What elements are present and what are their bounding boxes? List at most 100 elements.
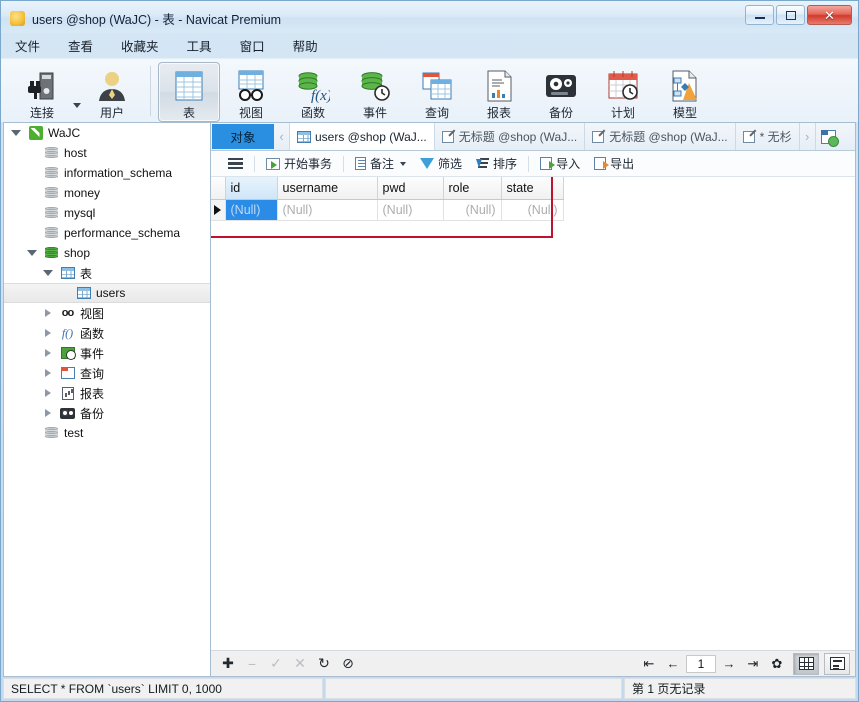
document-tab[interactable]: 无标题 @shop (WaJ... <box>585 123 736 150</box>
tree-item-test[interactable]: test <box>4 423 210 443</box>
expander-closed-icon[interactable] <box>38 363 55 378</box>
grid-cell[interactable]: (Null) <box>225 199 278 221</box>
tree-item-备份[interactable]: 备份 <box>4 403 210 423</box>
tree-item-shop[interactable]: shop <box>4 243 210 263</box>
data-toolbar-sort-button[interactable]: 排序 <box>469 153 524 174</box>
data-toolbar-filter-button[interactable]: 筛选 <box>413 153 469 174</box>
toolbar-button-user[interactable]: 用户 <box>81 62 143 122</box>
tab-scroll-right-icon[interactable]: › <box>800 123 816 150</box>
table-row[interactable]: (Null) (Null) (Null) (Null) (Null) <box>211 199 564 221</box>
tree-item-information_schema[interactable]: information_schema <box>4 163 210 183</box>
tree-item-users[interactable]: users <box>4 283 210 303</box>
expander-open-icon[interactable] <box>41 270 55 276</box>
grid-view-button[interactable] <box>793 652 819 675</box>
tree-item-label: shop <box>64 246 91 260</box>
toolbar-button-function[interactable]: f(x) 函数 <box>282 62 344 122</box>
add-record-icon[interactable]: ✚ <box>216 653 240 675</box>
grid-cell[interactable]: (Null) <box>501 199 564 221</box>
toolbar-button-schedule[interactable]: 计划 <box>592 62 654 122</box>
column-header-id[interactable]: id <box>225 177 278 200</box>
expander-open-icon[interactable] <box>25 250 39 256</box>
column-header-username[interactable]: username <box>277 177 378 200</box>
tree-item-视图[interactable]: oo 视图 <box>4 303 210 323</box>
data-toolbar-label: 筛选 <box>438 157 463 171</box>
expander-closed-icon[interactable] <box>38 343 55 358</box>
column-header-pwd[interactable]: pwd <box>377 177 444 200</box>
backup-icon <box>59 407 76 419</box>
grid-body[interactable]: (Null) (Null) (Null) (Null) (Null) <box>211 199 564 221</box>
toolbar-button-model[interactable]: 模型 <box>654 62 716 122</box>
menu-window[interactable]: 窗口 <box>238 34 267 57</box>
data-toolbar-export-button[interactable]: 导出 <box>587 153 641 174</box>
menu-view[interactable]: 查看 <box>66 34 95 57</box>
sort-icon <box>476 157 490 170</box>
grid-cell[interactable]: (Null) <box>377 199 444 221</box>
window-title: users @shop (WaJC) - 表 - Navicat Premium <box>32 13 282 27</box>
table-icon <box>297 130 311 143</box>
menu-help[interactable]: 帮助 <box>291 34 320 57</box>
grid-cell[interactable]: (Null) <box>443 199 502 221</box>
schedule-icon <box>607 68 639 103</box>
connection-dropdown-icon[interactable] <box>73 102 81 108</box>
toolbar-button-query[interactable]: 查询 <box>406 62 468 122</box>
tree-item-报表[interactable]: 报表 <box>4 383 210 403</box>
menu-tools[interactable]: 工具 <box>185 34 214 57</box>
tree-item-mysql[interactable]: mysql <box>4 203 210 223</box>
expander-closed-icon[interactable] <box>38 403 55 418</box>
toolbar-button-backup[interactable]: 备份 <box>530 62 592 122</box>
expander-closed-icon[interactable] <box>38 303 55 318</box>
chevron-down-icon[interactable] <box>400 161 407 166</box>
grid-menu-button[interactable] <box>221 156 250 171</box>
grid-cell[interactable]: (Null) <box>277 199 378 221</box>
data-grid-area[interactable]: id username pwd role state (Null) (Null) (Null… <box>211 177 855 650</box>
new-tab-button[interactable] <box>816 123 842 150</box>
tree-item-查询[interactable]: 查询 <box>4 363 210 383</box>
toolbar-button-report[interactable]: 报表 <box>468 62 530 122</box>
data-toolbar-begin-transaction-button[interactable]: 开始事务 <box>259 153 339 174</box>
toolbar-button-event[interactable]: 事件 <box>344 62 406 122</box>
delete-record-icon: − <box>247 655 257 672</box>
minimize-button[interactable] <box>745 5 774 25</box>
query-icon <box>59 367 76 379</box>
column-header-state[interactable]: state <box>501 177 564 200</box>
stop-icon[interactable]: ⊘ <box>336 653 360 675</box>
tree-item-表[interactable]: 表 <box>4 263 210 283</box>
tree-item-money[interactable]: money <box>4 183 210 203</box>
toolbar-button-label: 报表 <box>486 106 511 120</box>
query-icon <box>592 130 605 143</box>
menu-favorites[interactable]: 收藏夹 <box>119 34 161 57</box>
tree-item-事件[interactable]: 事件 <box>4 343 210 363</box>
refresh-icon[interactable]: ↻ <box>312 653 336 675</box>
data-grid[interactable]: id username pwd role state (Null) (Null) (Null… <box>211 177 564 221</box>
first-record-icon[interactable]: ⇤ <box>638 653 660 675</box>
expander-closed-icon[interactable] <box>38 383 55 398</box>
document-tab[interactable]: users @shop (WaJ... <box>290 123 435 150</box>
next-record-icon[interactable]: → <box>718 653 740 675</box>
tab-objects[interactable]: 对象 <box>212 124 274 149</box>
tree-item-函数[interactable]: f() 函数 <box>4 323 210 343</box>
object-tree-sidebar[interactable]: WaJC host information_schema money mysql perf… <box>3 122 210 677</box>
toolbar-button-connection[interactable]: 连接 <box>11 62 73 122</box>
data-toolbar-import-button[interactable]: 导入 <box>533 153 587 174</box>
menu-file[interactable]: 文件 <box>13 34 42 57</box>
toolbar-button-view[interactable]: 视图 <box>220 62 282 122</box>
document-tab[interactable]: 无标题 @shop (WaJ... <box>435 123 586 150</box>
data-toolbar-note-button[interactable]: 备注 <box>348 153 413 174</box>
maximize-button[interactable] <box>776 5 805 25</box>
settings-gear-icon[interactable]: ✿ <box>766 653 788 675</box>
page-number-input[interactable] <box>686 654 716 673</box>
document-tab[interactable]: * 无杉 <box>736 123 800 150</box>
tree-item-WaJC[interactable]: WaJC <box>4 123 210 143</box>
expander-closed-icon[interactable] <box>38 323 55 338</box>
form-view-button[interactable] <box>824 652 850 675</box>
tab-scroll-left-icon[interactable]: ‹ <box>274 123 290 150</box>
database-icon <box>43 186 60 200</box>
close-button[interactable]: ✕ <box>807 5 852 25</box>
toolbar-button-table[interactable]: 表 <box>158 62 220 122</box>
prev-record-icon[interactable]: ← <box>662 653 684 675</box>
tree-item-host[interactable]: host <box>4 143 210 163</box>
tree-item-performance_schema[interactable]: performance_schema <box>4 223 210 243</box>
last-record-icon[interactable]: ⇥ <box>742 653 764 675</box>
column-header-role[interactable]: role <box>443 177 502 200</box>
expander-open-icon[interactable] <box>9 130 23 136</box>
